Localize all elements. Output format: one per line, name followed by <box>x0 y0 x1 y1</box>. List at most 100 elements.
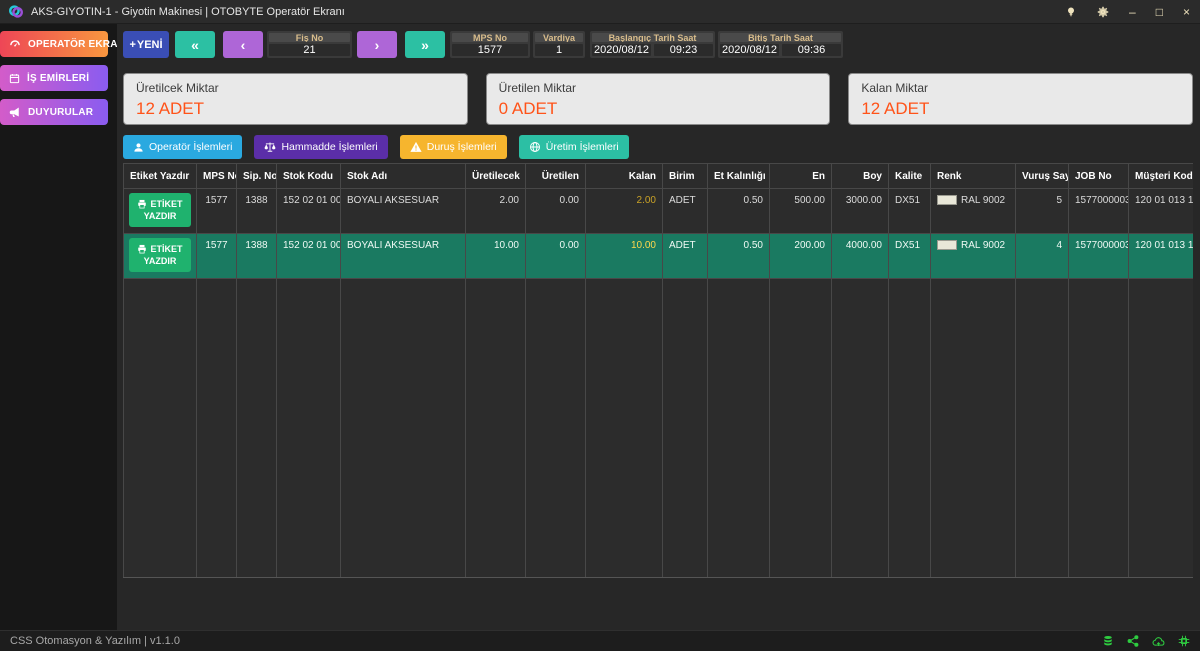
tab-hammadde-islemleri[interactable]: Hammadde İşlemleri <box>254 135 387 159</box>
cell-boy: 4000.00 <box>832 234 889 279</box>
bitis-label: Bitiş Tarih Saat <box>720 33 841 42</box>
vardiya-field: Vardiya 1 <box>533 31 585 58</box>
column-header-birim[interactable]: Birim <box>663 164 708 189</box>
cell-uretilen: 0.00 <box>526 189 586 234</box>
app-logo-icon <box>8 4 24 19</box>
tab-bar: Operatör İşlemleri Hammadde İşlemleri Du… <box>123 135 1193 159</box>
minimize-button[interactable]: – <box>1129 6 1136 18</box>
vardiya-label: Vardiya <box>535 33 583 42</box>
sidebar-item-label: OPERATÖR EKRANI <box>28 39 128 50</box>
column-header-mps-no[interactable]: MPS No <box>197 164 237 189</box>
tab-durus-islemleri[interactable]: Duruş İşlemleri <box>400 135 507 159</box>
bulb-icon[interactable] <box>1065 6 1077 18</box>
cell-stok-kodu: 152 02 01 001 <box>277 234 341 279</box>
card-value: 0 ADET <box>499 99 818 119</box>
person-icon <box>133 142 144 153</box>
printer-icon <box>137 244 147 254</box>
tab-uretim-islemleri[interactable]: Üretim İşlemleri <box>519 135 629 159</box>
fis-no-value[interactable]: 21 <box>269 44 350 56</box>
column-header-sip-no[interactable]: Sip. No <box>237 164 277 189</box>
mps-no-value[interactable]: 1577 <box>452 44 528 56</box>
cell-boy: 3000.00 <box>832 189 889 234</box>
last-record-button[interactable]: » <box>405 31 445 58</box>
sidebar-item-is-emirleri[interactable]: İŞ EMİRLERİ <box>0 65 108 91</box>
cell-kalan: 10.00 <box>586 234 663 279</box>
work-orders-grid: Etiket Yazdır MPS No Sip. No Stok Kodu S… <box>123 163 1193 578</box>
column-header-boy[interactable]: Boy <box>832 164 889 189</box>
settings-gear-icon[interactable] <box>1097 6 1109 18</box>
titlebar: AKS-GIYOTIN-1 - Giyotin Makinesi | OTOBY… <box>0 0 1200 24</box>
mps-no-field: MPS No 1577 <box>450 31 530 58</box>
bitis-date-value[interactable]: 2020/08/12 <box>720 44 779 56</box>
sidebar-item-label: İŞ EMİRLERİ <box>27 73 89 84</box>
plus-icon: + <box>129 39 135 51</box>
table-row-selected[interactable]: ETİKET YAZDIR 1577 1388 152 02 01 001 BO… <box>124 234 1194 279</box>
card-label: Üretilcek Miktar <box>136 81 455 95</box>
fis-no-label: Fiş No <box>269 33 350 42</box>
chevron-right-icon: › <box>375 37 380 53</box>
chip-icon <box>1178 635 1190 647</box>
toolbar: +YENİ « ‹ Fiş No 21 › » MPS No 1577 Vard… <box>123 31 1193 58</box>
cloud-icon <box>1152 635 1165 648</box>
footer-version-text: CSS Otomasyon & Yazılım | v1.1.0 <box>10 635 180 647</box>
column-header-job-no[interactable]: JOB No <box>1069 164 1129 189</box>
cell-kalite: DX51 <box>889 189 931 234</box>
card-uretilen-miktar: Üretilen Miktar 0 ADET <box>486 73 831 125</box>
vardiya-value[interactable]: 1 <box>535 44 583 56</box>
maximize-button[interactable]: □ <box>1156 6 1163 18</box>
cell-en: 200.00 <box>770 234 832 279</box>
column-header-en[interactable]: En <box>770 164 832 189</box>
sidebar-item-duyurular[interactable]: DUYURULAR <box>0 99 108 125</box>
cell-birim: ADET <box>663 234 708 279</box>
fis-no-field: Fiş No 21 <box>267 31 352 58</box>
print-label-button[interactable]: ETİKET YAZDIR <box>129 193 191 227</box>
chevron-left-icon: ‹ <box>241 37 246 53</box>
column-header-uretilecek[interactable]: Üretilecek <box>466 164 526 189</box>
cell-et-kalinligi: 0.50 <box>708 234 770 279</box>
summary-cards: Üretilcek Miktar 12 ADET Üretilen Miktar… <box>123 73 1193 125</box>
column-header-uretilen[interactable]: Üretilen <box>526 164 586 189</box>
gauge-icon <box>9 38 21 50</box>
cell-uretilen: 0.00 <box>526 234 586 279</box>
grid-empty-area <box>124 279 1194 579</box>
mps-no-label: MPS No <box>452 33 528 42</box>
column-header-stok-adi[interactable]: Stok Adı <box>341 164 466 189</box>
column-header-vurus-sayisi[interactable]: Vuruş Sayısı <box>1016 164 1069 189</box>
card-kalan-miktar: Kalan Miktar 12 ADET <box>848 73 1193 125</box>
baslangic-label: Başlangıç Tarih Saat <box>592 33 713 42</box>
column-header-musteri-kod[interactable]: Müşteri Kod <box>1129 164 1194 189</box>
column-header-kalite[interactable]: Kalite <box>889 164 931 189</box>
baslangic-date-value[interactable]: 2020/08/12 <box>592 44 651 56</box>
table-row[interactable]: ETİKET YAZDIR 1577 1388 152 02 01 001 BO… <box>124 189 1194 234</box>
column-header-renk[interactable]: Renk <box>931 164 1016 189</box>
calendar-icon <box>9 73 20 84</box>
cell-renk: RAL 9002 <box>931 189 1016 234</box>
cell-job-no: 1577000003 <box>1069 234 1129 279</box>
baslangic-time-value[interactable]: 09:23 <box>654 44 713 56</box>
column-header-stok-kodu[interactable]: Stok Kodu <box>277 164 341 189</box>
column-header-etiket-yazdir[interactable]: Etiket Yazdır <box>124 164 197 189</box>
close-button[interactable]: × <box>1183 6 1190 18</box>
column-header-et-kalinligi[interactable]: Et Kalınlığı <box>708 164 770 189</box>
new-button[interactable]: +YENİ <box>123 31 169 58</box>
cell-uretilecek: 2.00 <box>466 189 526 234</box>
warning-icon <box>410 141 422 153</box>
cell-sip-no: 1388 <box>237 234 277 279</box>
cell-birim: ADET <box>663 189 708 234</box>
cell-sip-no: 1388 <box>237 189 277 234</box>
first-record-button[interactable]: « <box>175 31 215 58</box>
printer-icon <box>137 199 147 209</box>
card-value: 12 ADET <box>861 99 1180 119</box>
share-icon <box>1127 635 1139 647</box>
cell-kalan: 2.00 <box>586 189 663 234</box>
tab-operator-islemleri[interactable]: Operatör İşlemleri <box>123 135 242 159</box>
bitis-time-value[interactable]: 09:36 <box>782 44 841 56</box>
color-swatch <box>937 195 957 205</box>
previous-record-button[interactable]: ‹ <box>223 31 263 58</box>
print-label-button[interactable]: ETİKET YAZDIR <box>129 238 191 272</box>
grid-header-row: Etiket Yazdır MPS No Sip. No Stok Kodu S… <box>124 164 1194 189</box>
column-header-kalan[interactable]: Kalan <box>586 164 663 189</box>
sidebar-item-operator-ekrani[interactable]: OPERATÖR EKRANI <box>0 31 108 57</box>
card-label: Kalan Miktar <box>861 81 1180 95</box>
next-record-button[interactable]: › <box>357 31 397 58</box>
